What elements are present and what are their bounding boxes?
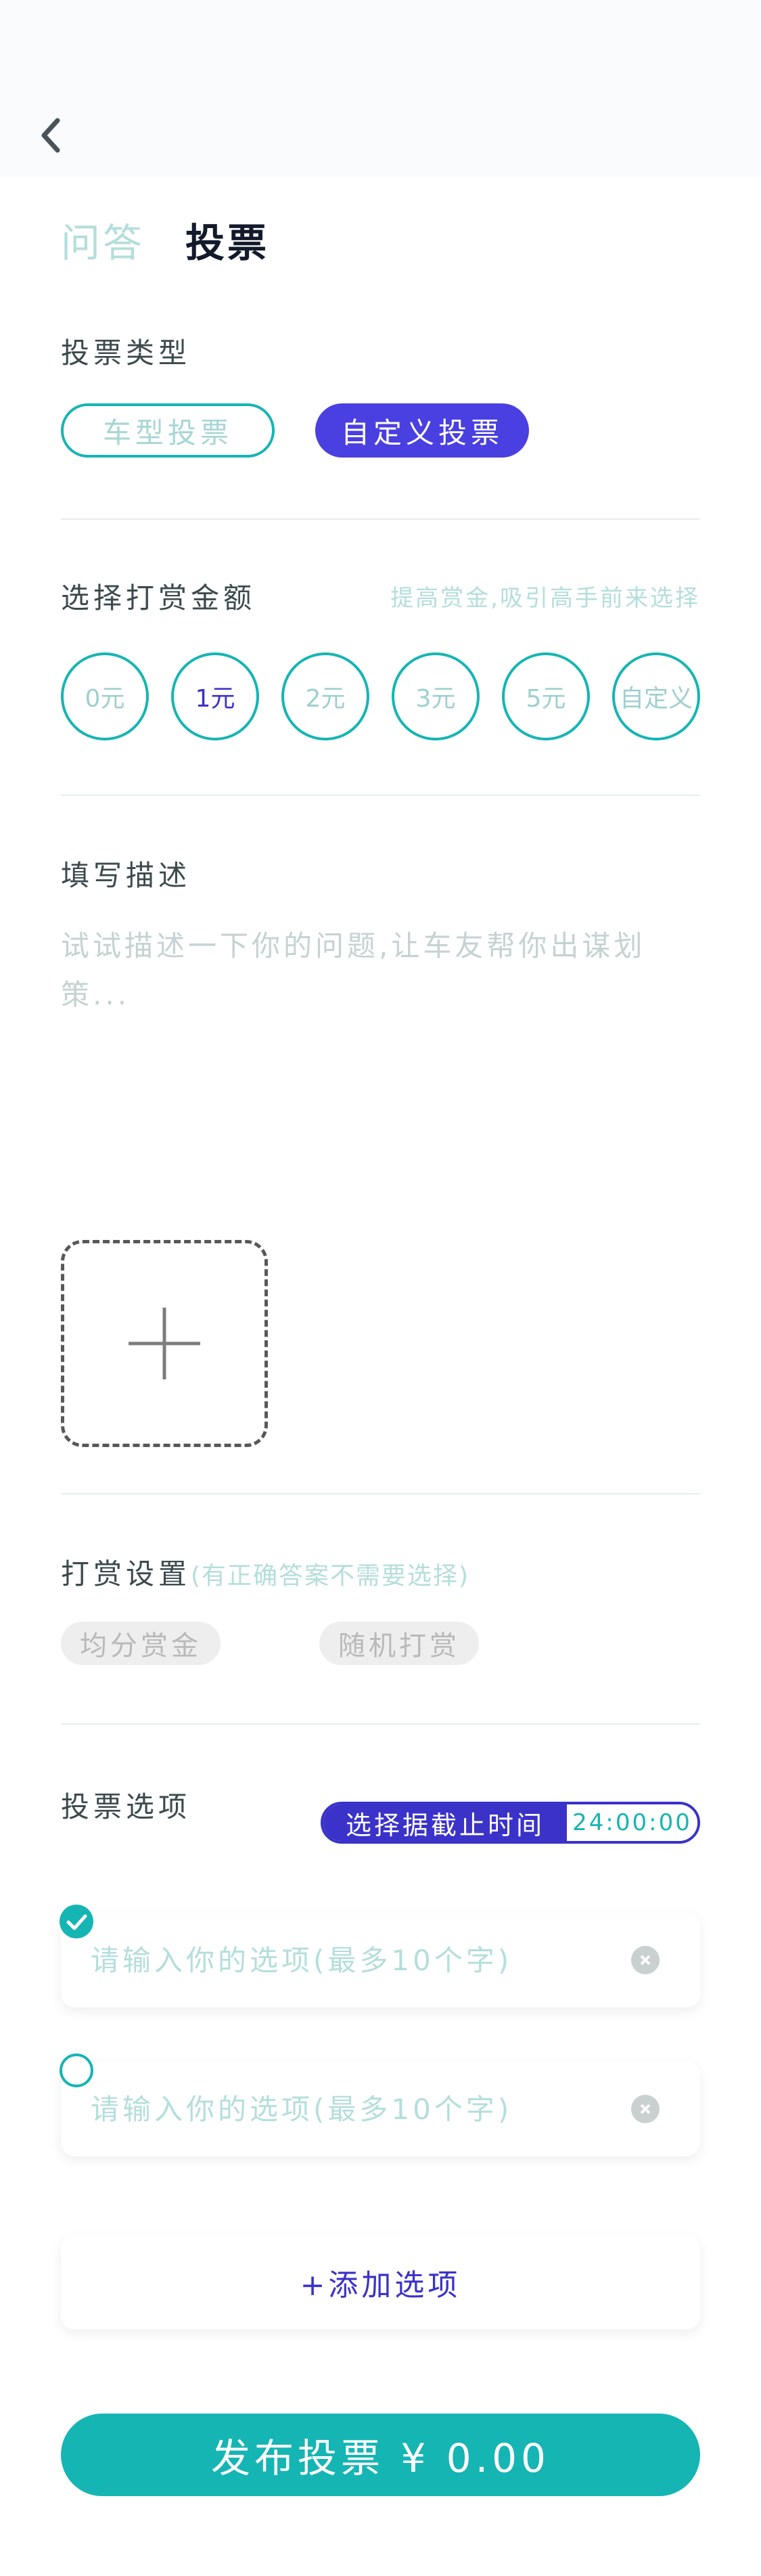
publish-button[interactable]: 发布投票 ¥ 0.00 [61, 2414, 700, 2496]
reward-settings-label: 打赏设置(有正确答案不需要选择) [61, 1551, 469, 1593]
reward-settings-title: 打赏设置 [61, 1557, 191, 1591]
amount-option-0[interactable]: 0元 [61, 652, 149, 740]
vote-option-input[interactable] [91, 2062, 605, 2156]
vote-option-card [61, 1913, 700, 2007]
amount-option-2[interactable]: 2元 [281, 652, 369, 740]
add-image-button[interactable] [61, 1240, 268, 1447]
reward-amount-hint: 提高赏金,吸引高手前来选择 [390, 585, 700, 612]
divider [61, 1493, 700, 1494]
chevron-left-icon [41, 118, 60, 153]
top-bar [0, 0, 761, 177]
vote-type-label: 投票类型 [61, 336, 191, 370]
add-option-button[interactable]: +添加选项 [61, 2235, 700, 2330]
deadline-value: 24:00:00 [567, 1804, 697, 1841]
reward-amount-label: 选择打赏金额 [61, 581, 256, 615]
amount-option-1[interactable]: 1元 [171, 652, 259, 740]
tab-bar: 问答 投票 [61, 211, 269, 268]
plus-icon [129, 1308, 200, 1379]
option-checked-icon[interactable] [60, 1905, 93, 1938]
reward-split-evenly[interactable]: 均分赏金 [61, 1622, 221, 1665]
vote-type-custom[interactable]: 自定义投票 [315, 403, 529, 458]
tab-vote[interactable]: 投票 [185, 211, 269, 268]
divider [61, 518, 700, 520]
deadline-selector[interactable]: 选择据截止时间 24:00:00 [321, 1802, 700, 1844]
vote-option-input[interactable] [91, 1913, 605, 2007]
vote-option-card [61, 2062, 700, 2156]
deadline-label: 选择据截止时间 [323, 1804, 567, 1841]
amount-option-custom[interactable]: 自定义 [612, 652, 700, 740]
reward-random[interactable]: 随机打赏 [319, 1622, 479, 1665]
divider [61, 795, 700, 796]
reward-amount-options: 0元 1元 2元 3元 5元 自定义 [61, 652, 700, 740]
description-input[interactable]: 试试描述一下你的问题,让车友帮你出谋划策... [61, 922, 700, 1019]
description-label: 填写描述 [61, 859, 191, 892]
reward-settings-hint: (有正确答案不需要选择) [191, 1562, 470, 1590]
amount-option-3[interactable]: 3元 [392, 652, 480, 740]
amount-option-5[interactable]: 5元 [502, 652, 590, 740]
clear-icon[interactable] [631, 1946, 660, 1974]
option-unchecked-icon[interactable] [60, 2053, 93, 2087]
clear-icon[interactable] [631, 2095, 660, 2123]
vote-options-label: 投票选项 [61, 1790, 191, 1823]
vote-type-car-model[interactable]: 车型投票 [61, 403, 275, 458]
back-button[interactable] [20, 105, 81, 166]
divider [61, 1723, 700, 1725]
tab-qa[interactable]: 问答 [61, 211, 145, 268]
